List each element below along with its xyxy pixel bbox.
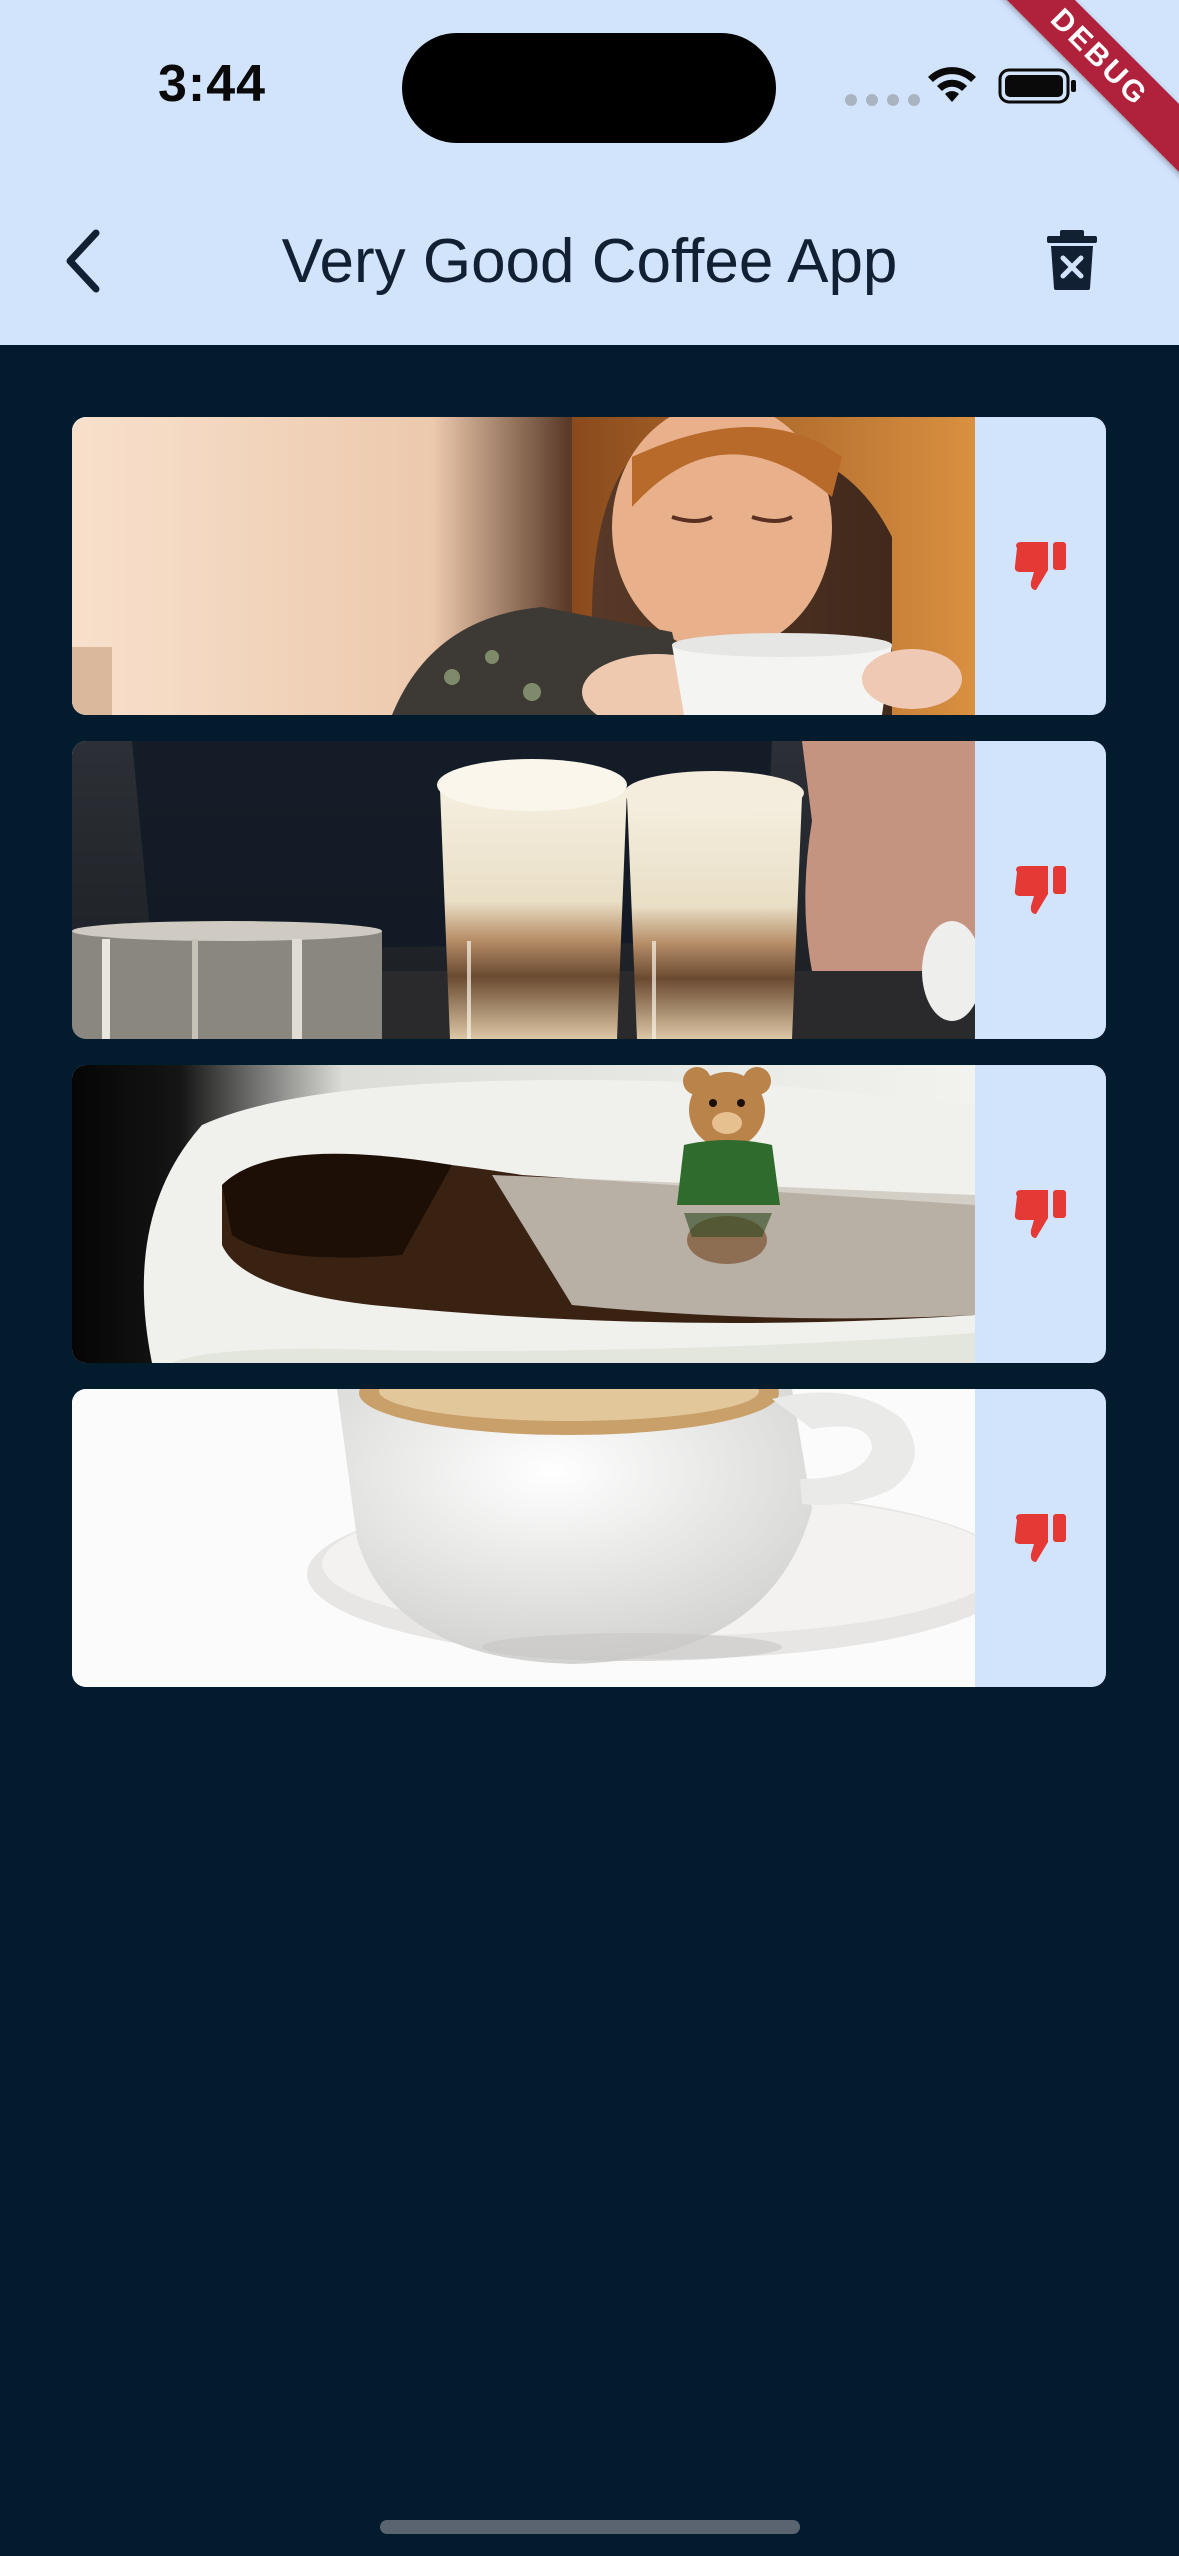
trash-delete-icon (1047, 230, 1097, 290)
thumbs-down-icon (1014, 542, 1066, 590)
dislike-button[interactable] (975, 417, 1106, 715)
wifi-icon (928, 67, 976, 102)
thumbs-down-icon (1014, 866, 1066, 914)
coffee-photo (72, 417, 975, 715)
thumbs-down-icon (1014, 1190, 1066, 1238)
cellular-signal-icon (845, 94, 920, 106)
status-time: 3:44 (158, 55, 267, 113)
dislike-button[interactable] (975, 1065, 1106, 1363)
dynamic-island (402, 33, 776, 143)
coffee-photo (72, 1389, 975, 1687)
favorite-card (72, 1389, 1106, 1687)
favorite-card (72, 417, 1106, 715)
coffee-photo (72, 1065, 975, 1363)
coffee-photo (72, 741, 975, 1039)
dislike-button[interactable] (975, 741, 1106, 1039)
favorite-card (72, 1065, 1106, 1363)
delete-all-button[interactable] (1043, 228, 1101, 292)
battery-icon (998, 68, 1076, 104)
thumbs-down-icon (1014, 1514, 1066, 1562)
dislike-button[interactable] (975, 1389, 1106, 1687)
app-bar: 3:44 DEBUG Very Good Coffee App (0, 0, 1179, 345)
page-title: Very Good Coffee App (281, 227, 898, 296)
favorite-card (72, 741, 1106, 1039)
home-indicator[interactable] (380, 2520, 800, 2534)
